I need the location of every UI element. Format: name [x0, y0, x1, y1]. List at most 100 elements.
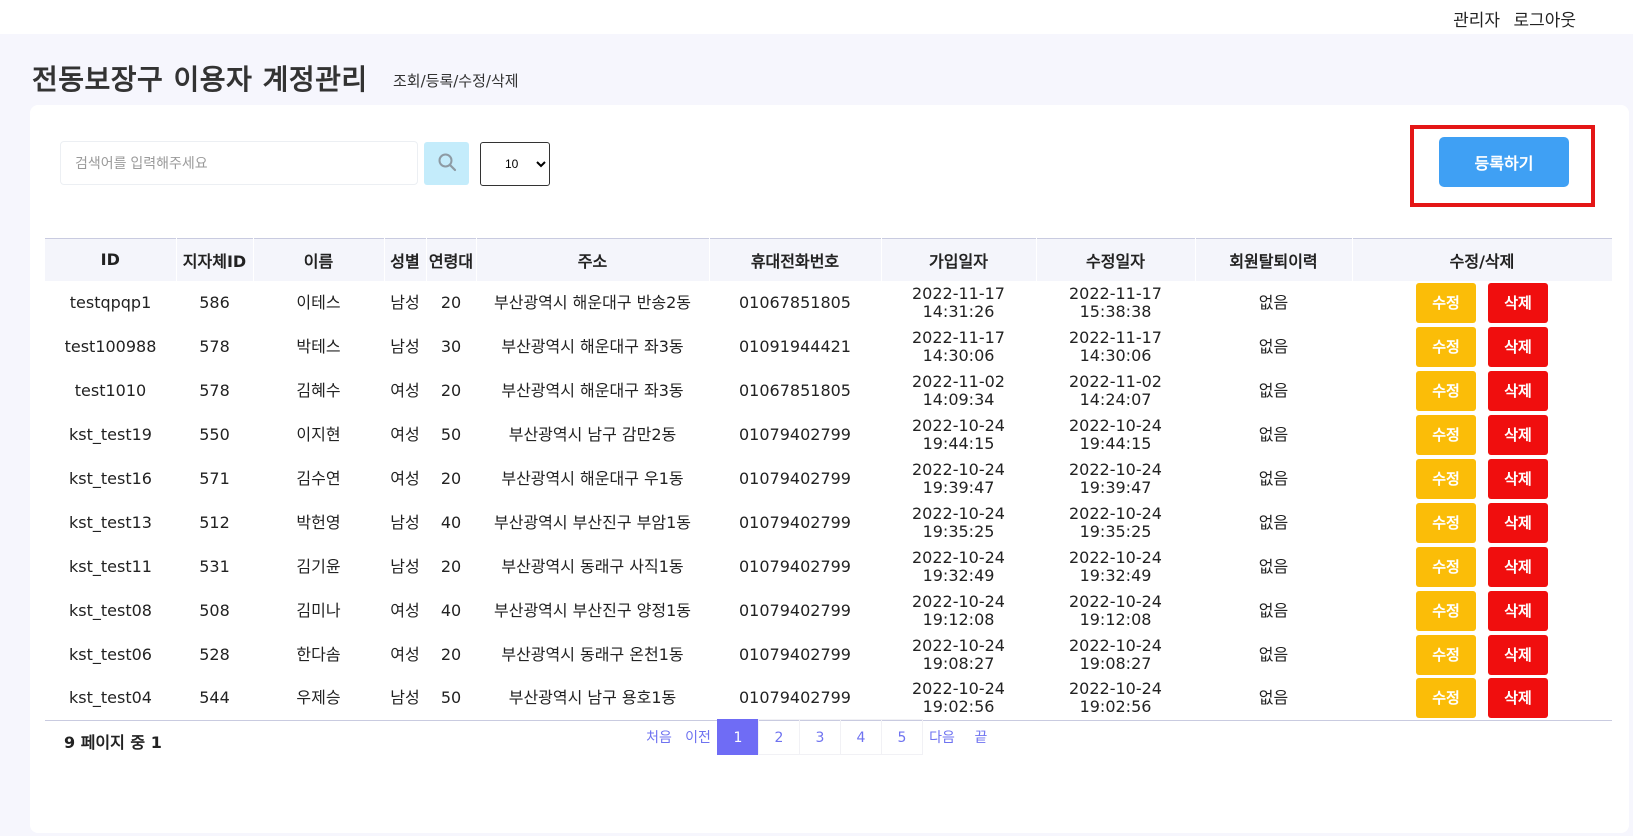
page-size-select[interactable]: 10: [480, 142, 550, 186]
name-cell: 김기윤: [296, 556, 341, 576]
address-cell: 부산광역시 해운대구 반송2동: [494, 292, 691, 312]
joined-date-time: 19:12:08: [922, 609, 995, 629]
modified-date-cell: 2022-10-24 19:35:25: [1036, 501, 1195, 545]
withdrawal-cell: 없음: [1258, 600, 1289, 620]
address-cell: 부산광역시 부산진구 부암1동: [494, 512, 691, 532]
page-number-4[interactable]: 4: [840, 719, 882, 755]
pagination: 처음 이전 1 2 3 4 5 다음 끝: [640, 719, 1001, 755]
joined-date-time: 19:44:15: [922, 433, 995, 453]
gender-cell: 남성: [390, 292, 420, 312]
modified-date-cell: 2022-10-24 19:32:49: [1036, 545, 1195, 589]
delete-button[interactable]: 삭제: [1488, 502, 1548, 543]
joined-date-day: 2022-10-24: [912, 591, 1005, 611]
withdrawal-cell: 없음: [1258, 512, 1289, 532]
modified-date-time: 19:32:49: [1079, 565, 1152, 585]
edit-button[interactable]: 수정: [1416, 590, 1476, 631]
phone-cell: 01091944421: [739, 336, 851, 356]
user-id-cell: testqpqp1: [69, 292, 152, 312]
edit-button[interactable]: 수정: [1416, 458, 1476, 499]
modified-date-cell: 2022-10-24 19:44:15: [1036, 413, 1195, 457]
withdrawal-cell: 없음: [1258, 292, 1289, 312]
delete-button[interactable]: 삭제: [1488, 414, 1548, 455]
address-cell: 부산광역시 부산진구 양정1동: [494, 600, 691, 620]
delete-button[interactable]: 삭제: [1488, 458, 1548, 499]
column-header: 회원탈퇴이력: [1195, 238, 1353, 281]
table-row: kst_test08 508 김미나 여성 40 부산광역시 부산진구 양정1동 01079…: [45, 589, 1612, 633]
page-first[interactable]: 처음: [639, 719, 679, 755]
gender-cell: 여성: [390, 644, 420, 664]
edit-button[interactable]: 수정: [1416, 502, 1476, 543]
joined-date-time: 14:31:26: [922, 301, 995, 321]
modified-date-day: 2022-10-24: [1069, 503, 1162, 523]
table-row: kst_test04 544 우제승 남성 50 부산광역시 남구 용호1동 0107940…: [45, 677, 1612, 721]
actions-cell: 수정 삭제: [1352, 677, 1612, 721]
age-cell: 20: [440, 292, 462, 312]
modified-date-day: 2022-11-17: [1069, 283, 1162, 303]
joined-date-day: 2022-10-24: [912, 547, 1005, 567]
column-header: ID: [45, 238, 177, 281]
table-row: kst_test13 512 박헌영 남성 40 부산광역시 부산진구 부암1동 01079…: [45, 501, 1612, 545]
user-menu: 관리자 로그아웃: [1453, 6, 1576, 31]
delete-button[interactable]: 삭제: [1488, 370, 1548, 411]
delete-button[interactable]: 삭제: [1488, 326, 1548, 367]
delete-button[interactable]: 삭제: [1488, 546, 1548, 587]
joined-date-day: 2022-11-02: [912, 371, 1005, 391]
joined-date-cell: 2022-10-24 19:08:27: [881, 633, 1036, 677]
age-cell: 40: [440, 600, 462, 620]
actions-cell: 수정 삭제: [1352, 501, 1612, 545]
gender-cell: 여성: [390, 380, 420, 400]
page-prev[interactable]: 이전: [678, 719, 718, 755]
phone-cell: 01079402799: [739, 468, 851, 488]
modified-date-time: 19:44:15: [1079, 433, 1152, 453]
table-row: kst_test19 550 이지현 여성 50 부산광역시 남구 감만2동 0107940…: [45, 413, 1612, 457]
edit-button[interactable]: 수정: [1416, 546, 1476, 587]
page-last[interactable]: 끝: [961, 719, 1001, 755]
region-id-cell: 550: [199, 424, 230, 444]
column-header: 지자체ID: [176, 238, 254, 281]
name-cell: 이지현: [296, 424, 341, 444]
phone-cell: 01079402799: [739, 600, 851, 620]
delete-button[interactable]: 삭제: [1488, 590, 1548, 631]
page-next[interactable]: 다음: [922, 719, 962, 755]
age-cell: 40: [440, 512, 462, 532]
region-id-cell: 578: [199, 336, 230, 356]
modified-date-time: 15:38:38: [1079, 301, 1152, 321]
joined-date-cell: 2022-11-17 14:31:26: [881, 281, 1036, 325]
withdrawal-cell: 없음: [1258, 688, 1289, 708]
phone-cell: 01067851805: [739, 292, 851, 312]
age-cell: 50: [440, 688, 462, 708]
joined-date-cell: 2022-10-24 19:32:49: [881, 545, 1036, 589]
modified-date-time: 19:08:27: [1079, 653, 1152, 673]
register-button[interactable]: 등록하기: [1439, 137, 1569, 187]
column-header: 연령대: [426, 238, 477, 281]
actions-cell: 수정 삭제: [1352, 281, 1612, 325]
page-number-3[interactable]: 3: [799, 719, 841, 755]
edit-button[interactable]: 수정: [1416, 678, 1476, 719]
phone-cell: 01067851805: [739, 380, 851, 400]
table-row: kst_test16 571 김수연 여성 20 부산광역시 해운대구 우1동 010794…: [45, 457, 1612, 501]
table-header-row: ID 지자체ID 이름 성별 연령대 주소 휴대전화번호 가입일자 수정일자 회원탈퇴이력 수정/삭…: [45, 238, 1613, 281]
address-cell: 부산광역시 남구 용호1동: [508, 688, 677, 708]
edit-button[interactable]: 수정: [1416, 282, 1476, 323]
delete-button[interactable]: 삭제: [1488, 634, 1548, 675]
joined-date-day: 2022-10-24: [912, 679, 1005, 699]
gender-cell: 남성: [390, 688, 420, 708]
search-input[interactable]: [60, 141, 418, 185]
page-number-2[interactable]: 2: [758, 719, 800, 755]
delete-button[interactable]: 삭제: [1488, 282, 1548, 323]
table-row: test1010 578 김혜수 여성 20 부산광역시 해운대구 좌3동 01067851…: [45, 369, 1612, 413]
page-number-5[interactable]: 5: [881, 719, 923, 755]
page-number-1[interactable]: 1: [717, 719, 759, 755]
edit-button[interactable]: 수정: [1416, 634, 1476, 675]
search-button[interactable]: [424, 142, 469, 185]
edit-button[interactable]: 수정: [1416, 326, 1476, 367]
name-cell: 한다솜: [296, 644, 341, 664]
delete-button[interactable]: 삭제: [1488, 678, 1548, 719]
region-id-cell: 586: [199, 292, 230, 312]
edit-button[interactable]: 수정: [1416, 414, 1476, 455]
modified-date-time: 14:30:06: [1079, 345, 1152, 365]
gender-cell: 여성: [390, 424, 420, 444]
logout-link[interactable]: 로그아웃: [1513, 11, 1576, 31]
edit-button[interactable]: 수정: [1416, 370, 1476, 411]
user-id-cell: kst_test13: [69, 512, 152, 532]
